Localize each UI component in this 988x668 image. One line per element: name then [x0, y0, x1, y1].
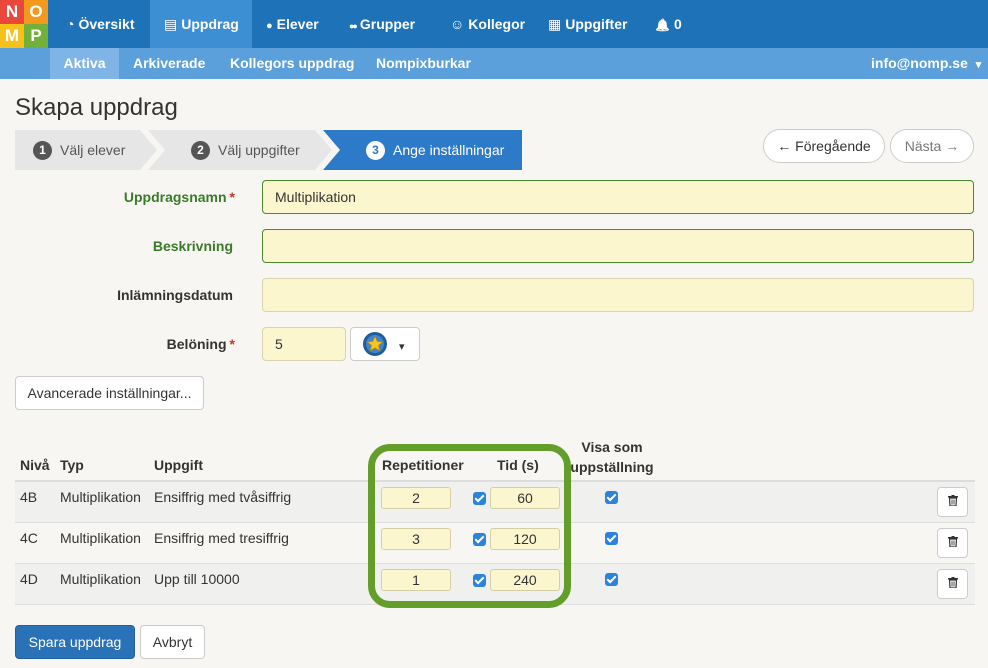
- sub-navbar: Aktiva Arkiverade Kollegors uppdrag Nomp…: [0, 48, 988, 79]
- nav-grupper[interactable]: ●● Grupper: [349, 0, 415, 48]
- row-type: Multiplikation: [60, 530, 141, 546]
- step-label: Ange inställningar: [393, 142, 505, 158]
- nav-elever[interactable]: ● Elever: [266, 0, 319, 48]
- logo-letter: M: [0, 24, 24, 48]
- name-label: Uppdragsnamn *: [123, 189, 235, 205]
- trash-icon: [947, 536, 958, 548]
- user-email: info@nomp.se: [871, 55, 968, 71]
- bell-icon: 🔔: [655, 18, 670, 32]
- grid-icon: ▦: [548, 16, 562, 32]
- delete-row-button[interactable]: [937, 487, 968, 517]
- smile-icon: ☺: [450, 16, 465, 32]
- save-assignment-button[interactable]: Spara uppdrag: [15, 625, 135, 659]
- row-task: Upp till 10000: [154, 571, 240, 587]
- user-icon: ●: [266, 20, 273, 32]
- nav-uppgifter[interactable]: ▦ Uppgifter: [548, 0, 627, 48]
- delete-row-button[interactable]: [937, 528, 968, 558]
- trash-icon: [947, 495, 958, 507]
- description-input[interactable]: [262, 229, 974, 263]
- step-choose-students[interactable]: 1 Välj elever: [33, 130, 125, 170]
- book-icon: ▤: [164, 16, 178, 32]
- nomp-logo[interactable]: N O M P: [0, 0, 48, 48]
- advanced-settings-button[interactable]: Avancerade inställningar...: [15, 376, 204, 410]
- caret-down-icon: ▾: [399, 341, 405, 353]
- trash-icon: [947, 577, 958, 589]
- notification-count: 0: [673, 16, 682, 32]
- due-date-label: Inlämningsdatum: [117, 287, 233, 303]
- step-label: Välj elever: [60, 142, 126, 158]
- nav-oversikt[interactable]: ◔ Översikt: [60, 0, 141, 48]
- subnav-aktiva[interactable]: Aktiva: [50, 48, 119, 79]
- nav-label: Översikt: [78, 16, 135, 32]
- reward-input[interactable]: 5: [262, 327, 346, 361]
- logo-letter: P: [24, 24, 48, 48]
- logo-letter: O: [24, 0, 48, 24]
- nav-label: Kollegor: [468, 16, 526, 32]
- step-number: 3: [366, 141, 385, 160]
- step-choose-tasks[interactable]: 2 Välj uppgifter: [191, 130, 300, 170]
- row-type: Multiplikation: [60, 489, 141, 505]
- previous-button[interactable]: ← Föregående: [763, 129, 885, 163]
- required-mark: *: [229, 189, 235, 205]
- step-number: 1: [33, 141, 52, 160]
- step-number: 2: [191, 141, 210, 160]
- col-type: Typ: [60, 457, 84, 473]
- show-as-setup-checkbox[interactable]: [605, 491, 618, 504]
- col-show-as-setup: Visa som uppställning: [570, 439, 654, 475]
- show-as-setup-checkbox[interactable]: [605, 532, 618, 545]
- row-level: 4C: [20, 530, 38, 546]
- page-title: Skapa uppdrag: [15, 94, 178, 121]
- nav-uppdrag[interactable]: ▤ Uppdrag: [150, 0, 252, 48]
- col-level: Nivå: [20, 457, 50, 473]
- name-input[interactable]: Multiplikation: [262, 180, 974, 214]
- nav-label: Elever: [276, 16, 319, 32]
- step-settings[interactable]: 3 Ange inställningar: [366, 130, 504, 170]
- nav-label: Uppgifter: [565, 16, 628, 32]
- show-as-setup-checkbox[interactable]: [605, 573, 618, 586]
- col-task: Uppgift: [154, 457, 203, 473]
- dashboard-icon: ◔: [66, 16, 75, 32]
- reward-icon-select[interactable]: ▾: [350, 327, 420, 361]
- subnav-nompixburkar[interactable]: Nompixburkar: [376, 48, 471, 79]
- required-mark: *: [229, 336, 235, 352]
- users-icon: ●●: [349, 21, 358, 31]
- next-button[interactable]: Nästa →: [890, 129, 974, 163]
- caret-down-icon: ▾: [975, 59, 982, 71]
- row-type: Multiplikation: [60, 571, 141, 587]
- step-label: Välj uppgifter: [218, 142, 300, 158]
- nav-label: Grupper: [359, 16, 416, 32]
- reward-label: Belöning *: [166, 336, 235, 352]
- row-level: 4D: [20, 571, 38, 587]
- top-navbar: N O M P ◔ Översikt ▤ Uppdrag ● Elever ●● Gru…: [0, 0, 988, 48]
- delete-row-button[interactable]: [937, 569, 968, 599]
- logo-letter: N: [0, 0, 24, 24]
- highlight-annotation: [368, 444, 571, 608]
- due-date-input[interactable]: [262, 278, 974, 312]
- nav-kollegor[interactable]: ☺ Kollegor: [450, 0, 525, 48]
- cancel-button[interactable]: Avbryt: [140, 625, 205, 659]
- row-task: Ensiffrig med tvåsiffrig: [154, 489, 292, 505]
- nav-notifications[interactable]: 🔔 0: [655, 0, 682, 48]
- row-level: 4B: [20, 489, 38, 505]
- description-label: Beskrivning: [152, 238, 233, 254]
- subnav-kollegors-uppdrag[interactable]: Kollegors uppdrag: [230, 48, 354, 79]
- nav-label: Uppdrag: [181, 16, 239, 32]
- user-menu[interactable]: info@nomp.se ▾: [871, 48, 981, 79]
- subnav-arkiverade[interactable]: Arkiverade: [133, 48, 205, 79]
- row-task: Ensiffrig med tresiffrig: [154, 530, 289, 546]
- star-badge-icon: [363, 332, 387, 356]
